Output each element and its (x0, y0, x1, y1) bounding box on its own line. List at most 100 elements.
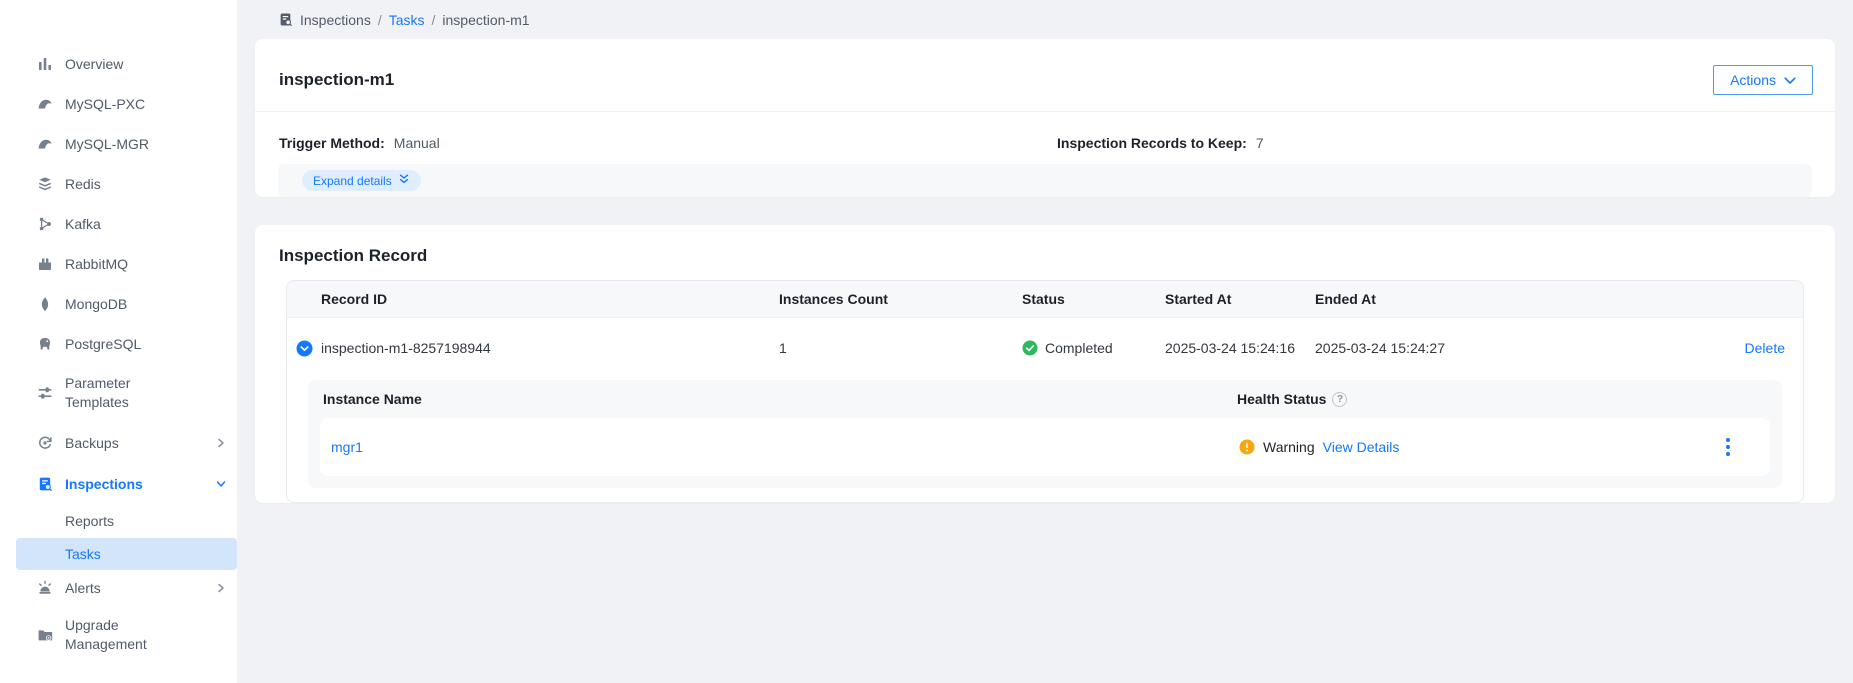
sidebar-item-label: RabbitMQ (65, 255, 187, 274)
inspection-doc-magnifier-icon (278, 12, 293, 27)
chevron-right-icon (215, 437, 227, 449)
sidebar-item-label: Parameter Templates (65, 374, 187, 412)
view-details-link[interactable]: View Details (1323, 439, 1400, 455)
sidebar-item-tasks[interactable]: Tasks (16, 538, 237, 570)
col-health-status: Health Status (1237, 391, 1326, 407)
sidebar-item-alerts[interactable]: Alerts (0, 570, 237, 606)
col-ended-at: Ended At (1315, 291, 1713, 307)
actions-button[interactable]: Actions (1713, 65, 1813, 95)
task-detail-fields: Trigger Method: Manual Inspection Record… (255, 112, 1835, 151)
sidebar-item-parameter-templates[interactable]: Parameter Templates (0, 364, 237, 422)
breadcrumb-separator: / (378, 12, 382, 28)
instance-name-link[interactable]: mgr1 (331, 439, 363, 455)
rabbitmq-icon (37, 256, 53, 272)
chevron-down-circle-icon (296, 340, 313, 357)
expand-details-strip: Expand details (278, 164, 1812, 197)
sidebar-item-overview[interactable]: Overview (0, 44, 237, 84)
field-label: Inspection Records to Keep: (1057, 135, 1247, 151)
sidebar-item-label: Redis (65, 175, 187, 194)
sidebar-item-label: Kafka (65, 215, 187, 234)
col-instances-count: Instances Count (779, 291, 1022, 307)
chevron-down-icon (1784, 72, 1796, 88)
field-label: Trigger Method: (279, 135, 385, 151)
kebab-menu-icon[interactable] (1718, 438, 1738, 456)
collapse-row-button[interactable] (287, 340, 321, 357)
sidebar-item-inspections[interactable]: Inspections (0, 464, 237, 504)
records-to-keep-field: Inspection Records to Keep: 7 (1057, 135, 1264, 151)
chevron-down-icon (215, 478, 227, 490)
postgresql-elephant-icon (37, 336, 53, 352)
main-content: Inspections / Tasks / inspection-m1 insp… (237, 0, 1853, 683)
instance-row: mgr1 Warning View Details (320, 418, 1770, 476)
started-at-cell: 2025-03-24 15:24:16 (1165, 340, 1315, 356)
expand-details-button[interactable]: Expand details (302, 170, 421, 191)
breadcrumb-link-tasks[interactable]: Tasks (389, 12, 425, 28)
sidebar-item-label: PostgreSQL (65, 335, 187, 354)
trigger-method-field: Trigger Method: Manual (279, 135, 1057, 151)
ended-at-cell: 2025-03-24 15:24:27 (1315, 340, 1713, 356)
sidebar-item-mysql-mgr[interactable]: MySQL-MGR (0, 124, 237, 164)
health-status-cell: Warning View Details (1239, 439, 1718, 455)
sidebar-item-label: Reports (65, 513, 114, 529)
folder-gear-icon (37, 627, 53, 643)
actions-button-label: Actions (1730, 72, 1776, 88)
health-status-label: Warning (1263, 439, 1315, 455)
col-started-at: Started At (1165, 291, 1315, 307)
instances-count-cell: 1 (779, 340, 1022, 356)
alarm-siren-icon (37, 580, 53, 596)
field-value: 7 (1256, 135, 1264, 151)
record-table-header: Record ID Instances Count Status Started… (287, 281, 1803, 318)
sidebar-item-label: Overview (65, 55, 187, 74)
col-instance-name: Instance Name (323, 391, 1237, 407)
expand-details-label: Expand details (313, 174, 392, 188)
col-status: Status (1022, 291, 1165, 307)
record-id-cell: inspection-m1-8257198944 (321, 340, 779, 356)
question-circle-icon[interactable]: ? (1332, 392, 1347, 407)
sliders-icon (37, 385, 53, 401)
instances-table-header: Instance Name Health Status ? (308, 380, 1782, 418)
breadcrumb-current: inspection-m1 (442, 12, 529, 28)
sidebar-item-label: MongoDB (65, 295, 187, 314)
breadcrumb-root: Inspections (300, 12, 371, 28)
check-circle-icon (1022, 340, 1038, 356)
sidebar-item-label: MySQL-PXC (65, 95, 187, 114)
sidebar-item-label: Upgrade Management (65, 616, 187, 654)
sidebar-item-postgresql[interactable]: PostgreSQL (0, 324, 237, 364)
page-title: inspection-m1 (279, 70, 394, 90)
breadcrumb-separator: / (432, 12, 436, 28)
col-record-id: Record ID (321, 291, 779, 307)
mongodb-leaf-icon (37, 296, 53, 312)
status-cell: Completed (1022, 340, 1165, 356)
sidebar-item-kafka[interactable]: Kafka (0, 204, 237, 244)
field-value: Manual (394, 135, 440, 151)
sidebar-item-backups[interactable]: Backups (0, 422, 237, 464)
double-chevron-down-icon (398, 174, 410, 188)
delete-record-link[interactable]: Delete (1745, 340, 1785, 356)
sidebar-item-mysql-pxc[interactable]: MySQL-PXC (0, 84, 237, 124)
sidebar-item-redis[interactable]: Redis (0, 164, 237, 204)
sidebar-item-upgrade-management[interactable]: Upgrade Management (0, 606, 237, 664)
task-header-card: inspection-m1 Actions Trigger Method: Ma… (255, 39, 1835, 197)
sidebar-item-label: Backups (65, 434, 187, 453)
record-table: Record ID Instances Count Status Started… (286, 280, 1804, 503)
mysql-dolphin-icon (37, 96, 53, 112)
sidebar-item-rabbitmq[interactable]: RabbitMQ (0, 244, 237, 284)
chevron-right-icon (215, 582, 227, 594)
inspection-record-card: Inspection Record Record ID Instances Co… (255, 225, 1835, 503)
sidebar-item-reports[interactable]: Reports (0, 504, 237, 538)
status-label: Completed (1045, 340, 1113, 356)
section-title: Inspection Record (255, 225, 1835, 266)
breadcrumb: Inspections / Tasks / inspection-m1 (237, 0, 1853, 39)
sidebar-item-label: MySQL-MGR (65, 135, 187, 154)
kafka-icon (37, 216, 53, 232)
table-row: inspection-m1-8257198944 1 Completed 202… (287, 318, 1803, 378)
sidebar-item-mongodb[interactable]: MongoDB (0, 284, 237, 324)
inspection-doc-magnifier-icon (37, 476, 53, 492)
backup-restore-icon (37, 435, 53, 451)
bar-chart-icon (37, 56, 53, 72)
sidebar-item-label: Alerts (65, 579, 187, 598)
warning-circle-icon (1239, 439, 1255, 455)
expanded-instances-panel: Instance Name Health Status ? mgr1 Warni… (308, 380, 1782, 488)
mysql-dolphin-icon (37, 136, 53, 152)
sidebar-item-label: Tasks (65, 546, 101, 562)
